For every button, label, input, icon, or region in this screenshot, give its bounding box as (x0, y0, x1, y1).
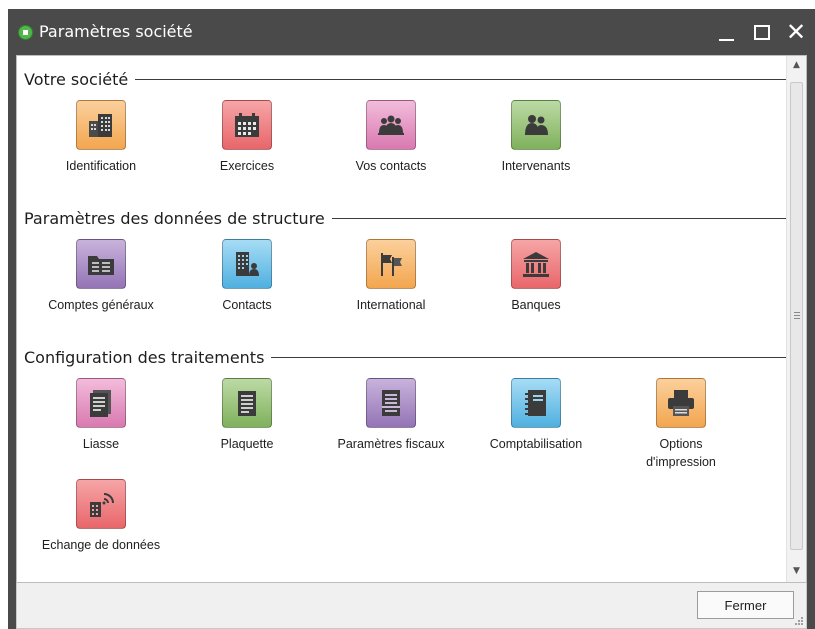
item-international[interactable]: International (321, 239, 461, 314)
item-exercices[interactable]: Exercices (177, 100, 317, 175)
comptes-generaux-tile (76, 239, 126, 289)
item-label: Contacts (222, 298, 272, 312)
vos-contacts-tile (366, 100, 416, 150)
liasse-tile (76, 378, 126, 428)
data-exchange-icon (90, 493, 114, 517)
app-icon (18, 25, 33, 40)
maximize-icon (754, 25, 770, 40)
maximize-button[interactable] (748, 17, 776, 47)
item-contacts[interactable]: Contacts (177, 239, 317, 314)
item-comptes-generaux[interactable]: Comptes généraux (31, 239, 171, 314)
ledger-folder-icon (88, 256, 114, 275)
settings-panel: Votre société Identification Exercices V… (16, 55, 807, 583)
scroll-down-arrow-icon[interactable]: ▼ (787, 562, 806, 580)
item-label: Exercices (219, 159, 275, 173)
minimize-icon (719, 39, 734, 41)
window-title: Paramètres société (39, 22, 193, 41)
item-label: Options d'impression (646, 437, 716, 469)
resize-grip-icon[interactable] (794, 616, 804, 626)
item-comptabilisation[interactable]: Comptabilisation (466, 378, 606, 453)
item-label: Banques (511, 298, 561, 312)
section-header-configuration: Configuration des traitements (24, 348, 786, 367)
banques-tile (511, 239, 561, 289)
section-title: Votre société (24, 70, 129, 89)
flags-icon (381, 253, 402, 276)
comptabilisation-tile (511, 378, 561, 428)
item-options-impression[interactable]: Options d'impression (611, 378, 751, 471)
item-label: Comptes généraux (48, 298, 154, 312)
people-icon (525, 115, 548, 135)
building-icon (89, 114, 112, 137)
minimize-button[interactable] (713, 17, 741, 47)
exercices-tile (222, 100, 272, 150)
item-label: Echange de données (41, 538, 161, 552)
item-plaquette[interactable]: Plaquette (177, 378, 317, 453)
section-divider (331, 218, 786, 219)
item-label: Vos contacts (355, 159, 427, 173)
printer-icon (668, 390, 694, 416)
dialog-footer: Fermer (16, 583, 807, 629)
section-divider (135, 79, 786, 80)
document-stack-icon (90, 390, 111, 417)
grip-line (794, 318, 800, 319)
grip-line (794, 312, 800, 313)
item-label: Plaquette (220, 437, 274, 451)
item-banques[interactable]: Banques (466, 239, 606, 314)
section-divider (271, 357, 786, 358)
calendar-icon (235, 113, 259, 137)
booklet-icon (238, 391, 256, 416)
notebook-icon (525, 390, 546, 416)
bank-icon (523, 252, 549, 277)
parametres-fiscaux-tile (366, 378, 416, 428)
item-label: Comptabilisation (489, 437, 583, 451)
group-icon (378, 115, 404, 135)
item-vos-contacts[interactable]: Vos contacts (321, 100, 461, 175)
scroll-up-arrow-icon[interactable]: ▲ (787, 56, 806, 74)
options-impression-tile (656, 378, 706, 428)
item-parametres-fiscaux[interactable]: Paramètres fiscaux (321, 378, 461, 453)
grip-line (794, 315, 800, 316)
item-label: Liasse (82, 437, 120, 451)
item-label: International (356, 298, 426, 312)
identification-tile (76, 100, 126, 150)
section-title: Configuration des traitements (24, 348, 265, 367)
item-echange-donnees[interactable]: Echange de données (31, 479, 171, 554)
contacts-tile (222, 239, 272, 289)
office-contact-icon (236, 252, 259, 276)
fermer-button[interactable]: Fermer (697, 591, 794, 619)
section-title: Paramètres des données de structure (24, 209, 325, 228)
item-identification[interactable]: Identification (31, 100, 171, 175)
plaquette-tile (222, 378, 272, 428)
item-liasse[interactable]: Liasse (31, 378, 171, 453)
item-label: Identification (65, 159, 137, 173)
tax-document-icon (382, 390, 400, 416)
scroll-thumb[interactable] (790, 82, 803, 550)
section-header-parametres-donnees: Paramètres des données de structure (24, 209, 786, 228)
parametres-societe-window: Paramètres société ✕ Votre société Ident… (8, 9, 815, 629)
close-window-button[interactable]: ✕ (783, 17, 811, 47)
title-bar[interactable]: Paramètres société ✕ (8, 9, 815, 55)
close-icon: ✕ (786, 18, 807, 46)
intervenants-tile (511, 100, 561, 150)
item-label: Intervenants (501, 159, 571, 173)
section-header-votre-societe: Votre société (24, 70, 786, 89)
item-label: Paramètres fiscaux (337, 437, 445, 451)
vertical-scrollbar[interactable]: ▲ ▼ (786, 56, 806, 582)
echange-donnees-tile (76, 479, 126, 529)
international-tile (366, 239, 416, 289)
item-intervenants[interactable]: Intervenants (466, 100, 606, 175)
